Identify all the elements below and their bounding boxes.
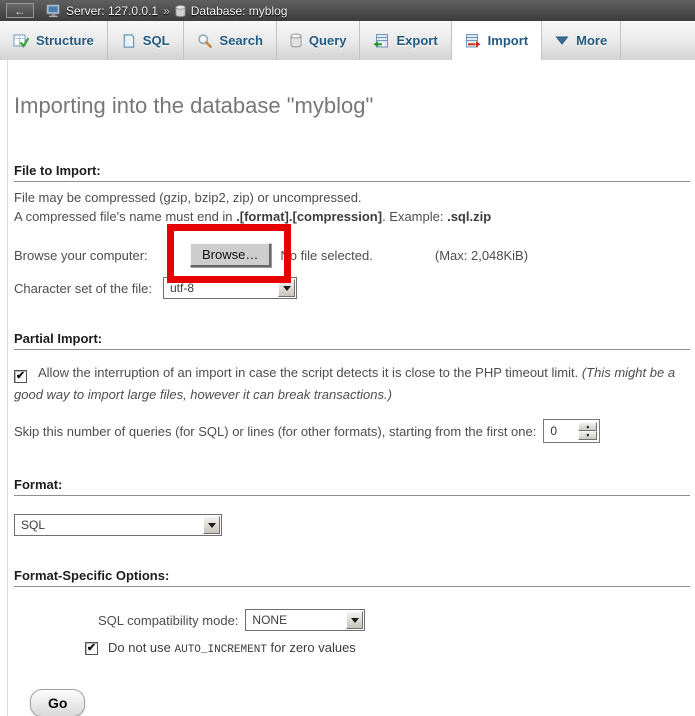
auto-increment-checkbox[interactable]: ✔	[85, 642, 98, 655]
charset-select-value: utf-8	[165, 279, 278, 297]
back-arrow-icon: ←	[14, 5, 26, 17]
page-title: Importing into the database "myblog"	[14, 60, 695, 119]
allow-interruption-checkbox[interactable]: ✔	[14, 370, 27, 383]
tab-label: Export	[396, 33, 437, 48]
dropdown-arrow-icon	[208, 523, 216, 528]
charset-label: Character set of the file:	[14, 281, 163, 296]
sql-compatibility-arrow[interactable]	[346, 611, 363, 629]
tab-import[interactable]: Import	[452, 21, 542, 60]
breadcrumb: Server: 127.0.0.1 » Database: myblog	[46, 4, 287, 18]
tab-label: Search	[220, 33, 263, 48]
section-heading-partial-import: Partial Import:	[14, 331, 690, 350]
tab-export[interactable]: Export	[360, 21, 451, 60]
skip-queries-label: Skip this number of queries (for SQL) or…	[14, 424, 536, 439]
auto-increment-row: ✔ Do not use AUTO_INCREMENT for zero val…	[85, 640, 695, 656]
autoinc-prefix: Do not use	[108, 640, 175, 655]
format-select[interactable]: SQL	[14, 514, 222, 536]
tab-label: Import	[488, 33, 528, 48]
charset-select[interactable]: utf-8	[163, 277, 297, 299]
import-content: Importing into the database "myblog" Fil…	[0, 60, 695, 716]
note-format-pattern: .[format].[compression]	[236, 209, 382, 224]
export-icon	[373, 33, 389, 49]
dropdown-arrow-icon	[283, 286, 291, 291]
phpmyadmin-import-page: ← Server: 127.0.0.1 » Database: myblog	[0, 0, 695, 716]
tab-more[interactable]: More	[542, 21, 621, 60]
dropdown-arrow-icon	[351, 618, 359, 623]
note-prefix: A compressed file's name must end in	[14, 209, 236, 224]
browse-button[interactable]: Browse…	[190, 243, 271, 267]
section-heading-format: Format:	[14, 477, 690, 496]
allow-interruption-text: Allow the interruption of an import in c…	[38, 365, 582, 380]
skip-queries-value[interactable]: 0	[546, 422, 578, 440]
autoinc-suffix: for zero values	[267, 640, 356, 655]
breadcrumb-database[interactable]: Database: myblog	[191, 4, 288, 18]
auto-increment-label: Do not use AUTO_INCREMENT for zero value…	[108, 640, 356, 656]
section-heading-format-options: Format-Specific Options:	[14, 568, 690, 587]
tab-search[interactable]: Search	[184, 21, 277, 60]
tab-structure[interactable]: Structure	[0, 21, 108, 60]
section-heading-file-to-import: File to Import:	[14, 163, 690, 182]
autoinc-code: AUTO_INCREMENT	[175, 644, 267, 656]
database-icon	[175, 4, 186, 18]
tab-query[interactable]: Query	[277, 21, 361, 60]
note-example: .sql.zip	[447, 209, 491, 224]
sql-icon	[121, 33, 136, 49]
tab-label: More	[576, 33, 607, 48]
max-size-text: (Max: 2,048KiB)	[435, 248, 528, 263]
charset-select-arrow[interactable]	[278, 279, 295, 297]
format-select-arrow[interactable]	[203, 516, 220, 534]
breadcrumb-separator: »	[163, 4, 170, 18]
note-mid: . Example:	[382, 209, 447, 224]
charset-row: Character set of the file: utf-8	[14, 276, 695, 300]
sql-compatibility-value: NONE	[247, 611, 346, 629]
server-icon	[46, 4, 61, 18]
tab-sql[interactable]: SQL	[108, 21, 184, 60]
search-icon	[197, 33, 213, 49]
spinner-down-button[interactable]: ▼	[578, 431, 597, 440]
browse-button-wrapper: Browse…	[190, 243, 271, 267]
tab-label: SQL	[143, 33, 170, 48]
format-select-row: SQL	[14, 514, 695, 536]
sql-compatibility-label: SQL compatibility mode:	[98, 613, 238, 628]
skip-queries-input[interactable]: 0 ▲ ▼	[543, 419, 600, 443]
compression-note-line2: A compressed file's name must end in .[f…	[14, 208, 695, 225]
no-file-selected-text: No file selected.	[280, 248, 373, 263]
browse-row: Browse your computer: Browse… No file se…	[14, 243, 695, 267]
breadcrumb-server[interactable]: Server: 127.0.0.1	[66, 4, 158, 18]
go-button[interactable]: Go	[30, 689, 85, 716]
spinner-up-button[interactable]: ▲	[578, 422, 597, 431]
chevron-down-icon	[555, 36, 569, 45]
compression-note-line1: File may be compressed (gzip, bzip2, zip…	[14, 189, 695, 206]
skip-queries-row: Skip this number of queries (for SQL) or…	[14, 419, 695, 443]
browse-label: Browse your computer:	[14, 248, 164, 263]
import-icon	[465, 33, 481, 49]
spinner: ▲ ▼	[578, 422, 597, 440]
tab-bar: Structure SQL Search	[0, 21, 695, 60]
back-button[interactable]: ←	[6, 3, 34, 18]
sql-compatibility-row: SQL compatibility mode: NONE	[98, 608, 695, 632]
tab-label: Structure	[36, 33, 94, 48]
content-left-border	[7, 60, 8, 716]
breadcrumb-bar: ← Server: 127.0.0.1 » Database: myblog	[0, 0, 695, 21]
format-select-value: SQL	[16, 516, 203, 534]
sql-compatibility-select[interactable]: NONE	[245, 609, 365, 631]
structure-icon	[13, 33, 29, 49]
tab-label: Query	[309, 33, 347, 48]
query-icon	[290, 33, 302, 48]
allow-interruption-row: ✔ Allow the interruption of an import in …	[14, 362, 690, 406]
tabbar-filler	[621, 21, 695, 60]
